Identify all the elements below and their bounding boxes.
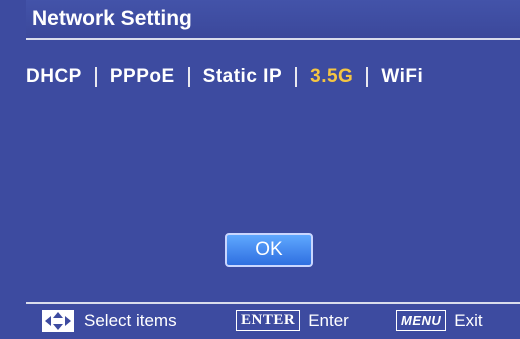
directional-arrows-icon [42, 310, 74, 332]
tab-separator [295, 67, 298, 87]
hint-exit: MENU Exit [396, 310, 483, 331]
hint-select-items: Select items [42, 310, 177, 332]
page-title: Network Setting [32, 7, 192, 30]
hint-enter: ENTER Enter [236, 310, 349, 331]
tab-static-ip[interactable]: Static IP [203, 66, 282, 88]
hint-select-label: Select items [84, 311, 177, 330]
footer-hints: Select items ENTER Enter MENU Exit [26, 304, 520, 339]
enter-key-icon: ENTER [236, 310, 301, 331]
network-tabs: DHCP PPPoE Static IP 3.5G WiFi [26, 64, 423, 90]
hint-enter-label: Enter [308, 310, 349, 330]
tab-separator [366, 67, 369, 87]
tab-separator [187, 67, 190, 87]
ok-button[interactable]: OK [225, 233, 313, 267]
hint-exit-label: Exit [454, 310, 483, 330]
tab-pppoe[interactable]: PPPoE [110, 66, 175, 88]
title-bar: Network Setting [26, 0, 520, 40]
tab-wifi[interactable]: WiFi [381, 66, 423, 88]
network-setting-screen: Network Setting DHCP PPPoE Static IP 3.5… [0, 0, 520, 339]
tab-3-5g[interactable]: 3.5G [310, 66, 353, 88]
tab-separator [94, 67, 97, 87]
tab-dhcp[interactable]: DHCP [26, 66, 82, 88]
menu-key-icon: MENU [396, 310, 447, 331]
